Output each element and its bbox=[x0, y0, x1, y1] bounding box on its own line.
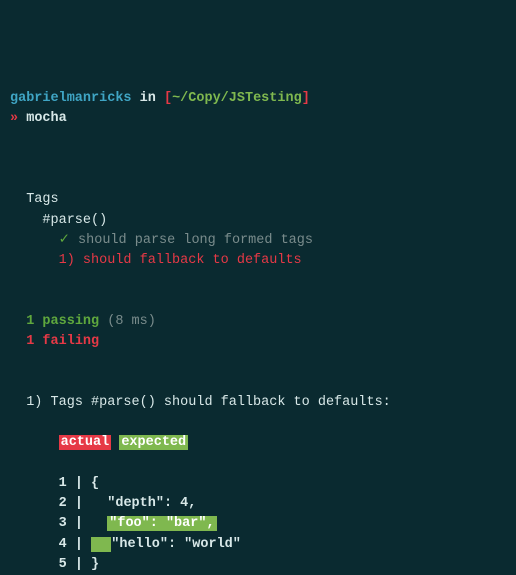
fail-index: 1) bbox=[59, 253, 75, 268]
failure-title: Tags #parse() should fallback to default… bbox=[51, 395, 391, 410]
diff-hl: "foo": "bar", bbox=[107, 516, 216, 531]
failing-label: failing bbox=[42, 334, 99, 349]
diff-lineno: 5 bbox=[59, 557, 67, 572]
command-text[interactable]: mocha bbox=[26, 111, 67, 126]
describe-name: #parse() bbox=[42, 213, 107, 228]
diff-text: { bbox=[91, 476, 99, 491]
passing-count: 1 bbox=[26, 314, 34, 329]
diff-pipe: | bbox=[75, 537, 83, 552]
diff-post: "hello": "world" bbox=[111, 537, 241, 552]
diff-lineno: 1 bbox=[59, 476, 67, 491]
diff-lineno: 3 bbox=[59, 516, 67, 531]
diff-hl-lead bbox=[91, 537, 111, 552]
passing-label: passing bbox=[42, 314, 99, 329]
diff-lead bbox=[91, 516, 107, 531]
diff-text: } bbox=[91, 557, 99, 572]
prompt-bracket-open: [ bbox=[164, 91, 172, 106]
diff-pipe: | bbox=[75, 516, 83, 531]
legend-expected: expected bbox=[119, 435, 188, 450]
prompt-bracket-close: ] bbox=[302, 91, 310, 106]
test-fail-text: should fallback to defaults bbox=[83, 253, 302, 268]
prompt-in: in bbox=[140, 91, 156, 106]
test-pass-text: should parse long formed tags bbox=[78, 233, 313, 248]
legend-actual: actual bbox=[59, 435, 112, 450]
prompt-path: ~/Copy/JSTesting bbox=[172, 91, 302, 106]
check-icon: ✓ bbox=[59, 233, 70, 248]
diff-lineno: 4 bbox=[59, 537, 67, 552]
passing-time: (8 ms) bbox=[107, 314, 156, 329]
command-line: » mocha bbox=[10, 111, 67, 126]
failure-index: 1) bbox=[26, 395, 42, 410]
prompt-arrow: » bbox=[10, 111, 18, 126]
diff-text: "depth": 4, bbox=[91, 496, 196, 511]
prompt-user: gabrielmanricks bbox=[10, 91, 132, 106]
failing-count: 1 bbox=[26, 334, 34, 349]
prompt-line: gabrielmanricks in [~/Copy/JSTesting] bbox=[10, 91, 310, 106]
diff-lineno: 2 bbox=[59, 496, 67, 511]
diff-pipe: | bbox=[75, 476, 83, 491]
suite-name: Tags bbox=[26, 192, 58, 207]
diff-pipe: | bbox=[75, 496, 83, 511]
diff-pipe: | bbox=[75, 557, 83, 572]
